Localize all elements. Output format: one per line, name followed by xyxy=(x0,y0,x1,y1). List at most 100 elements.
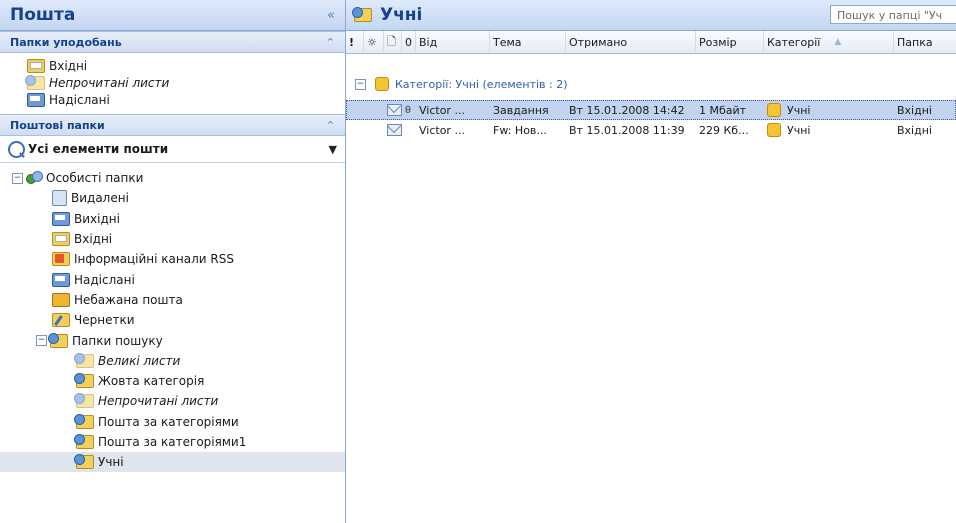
dropdown-arrow-icon[interactable]: ▼ xyxy=(329,143,337,156)
favorite-label: Непрочитані листи xyxy=(49,75,170,90)
tree-item-label: Учні xyxy=(98,455,124,470)
column-categories[interactable]: Категорії ▲ xyxy=(764,31,894,53)
favorites-section-title: Папки уподобань xyxy=(10,35,122,49)
search-folder-icon xyxy=(352,7,372,22)
outbox-folder-icon xyxy=(52,211,70,226)
column-size[interactable]: Розмір xyxy=(696,31,764,53)
collapse-group-icon[interactable]: − xyxy=(355,78,366,90)
message-received: Вт 15.01.2008 14:42 xyxy=(569,103,685,117)
collapse-tree-icon[interactable]: − xyxy=(36,335,47,347)
favorite-item-sent[interactable]: Надіслані xyxy=(0,91,345,108)
favorite-item-unread[interactable]: Непрочитані листи xyxy=(0,74,345,91)
message-folder: Вхідні xyxy=(897,123,932,137)
search-folder-icon xyxy=(25,74,45,90)
column-importance[interactable]: ! xyxy=(346,31,364,53)
message-subject: Fw: Нов... xyxy=(493,123,547,137)
column-reminder[interactable]: ☼ xyxy=(364,31,384,53)
tree-item-label: Надіслані xyxy=(74,272,135,287)
inbox-folder-icon xyxy=(52,232,70,247)
tree-item-label: Особисті папки xyxy=(46,171,144,186)
tree-item-label: Великі листи xyxy=(98,353,181,368)
folder-header: Учні Пошук у папці "Уч xyxy=(346,0,956,31)
category-group-header[interactable]: − Категорії: Учні (елементів : 2) xyxy=(346,74,956,94)
tree-item-label: Пошта за категоріями1 xyxy=(98,435,247,449)
message-attachment-cell xyxy=(402,120,416,140)
tree-item-label: Чернетки xyxy=(74,313,135,328)
message-row[interactable]: Victor ... Fw: Нов... Вт 15.01.2008 11:3… xyxy=(346,120,956,140)
search-folder-icon xyxy=(74,454,94,470)
search-folder-icon xyxy=(74,434,94,449)
folder-title: Учні xyxy=(380,5,423,25)
tree-item-sent[interactable]: Надіслані xyxy=(0,269,345,289)
tree-item-label: Вхідні xyxy=(74,232,113,247)
column-received[interactable]: Отримано xyxy=(566,31,696,53)
tree-item-drafts[interactable]: Чернетки xyxy=(0,310,345,330)
folder-tree: − Особисті папки Видалені Вихідні Вхідні… xyxy=(0,163,345,473)
personal-folders-icon xyxy=(26,171,43,185)
favorite-label: Надіслані xyxy=(49,92,110,107)
column-type[interactable]: 🗋 xyxy=(384,31,402,53)
favorites-list: Вхідні Непрочитані листи Надіслані xyxy=(0,53,345,114)
junk-folder-icon xyxy=(52,292,70,307)
message-list-pane: Учні Пошук у папці "Уч ! ☼ 🗋 0 Від Тема … xyxy=(346,0,956,523)
tree-item-label: Видалені xyxy=(71,191,129,206)
tree-item-label: Папки пошуку xyxy=(72,333,163,348)
tree-item-deleted[interactable]: Видалені xyxy=(0,188,345,208)
message-row[interactable]: 𝛉 Victor ... Завдання Вт 15.01.2008 14:4… xyxy=(346,100,956,120)
tree-item-label: Непрочитані листи xyxy=(98,394,219,409)
tree-item-unread-mail[interactable]: Непрочитані листи xyxy=(0,391,345,411)
favorites-section-header[interactable]: Папки уподобань ⌃ xyxy=(0,31,345,53)
favorite-item-inbox[interactable]: Вхідні xyxy=(0,57,345,74)
tree-item-inbox[interactable]: Вхідні xyxy=(0,229,345,249)
message-importance-cell xyxy=(346,100,384,120)
mail-folders-section-header[interactable]: Поштові папки ⌃ xyxy=(0,114,345,136)
drafts-folder-icon xyxy=(52,313,70,328)
all-mail-items-dropdown[interactable]: Усі елементи пошти ▼ xyxy=(0,136,345,163)
column-categories-label: Категорії xyxy=(767,35,821,49)
column-folder[interactable]: Папка xyxy=(894,31,956,53)
search-folder-icon xyxy=(74,373,94,389)
message-from: Victor ... xyxy=(419,103,465,117)
column-header-row: ! ☼ 🗋 0 Від Тема Отримано Розмір Категор… xyxy=(346,31,956,54)
tree-item-label: Жовта категорія xyxy=(98,374,205,389)
group-label: Категорії: Учні (елементів : 2) xyxy=(395,77,568,91)
tree-item-outbox[interactable]: Вихідні xyxy=(0,209,345,229)
column-attachment[interactable]: 0 xyxy=(402,31,416,53)
collapse-tree-icon[interactable]: − xyxy=(12,172,23,184)
tree-item-label: Небажана пошта xyxy=(74,292,183,307)
message-importance-cell xyxy=(346,120,384,140)
message-attachment-cell: 𝛉 xyxy=(402,100,416,120)
envelope-open-icon xyxy=(387,124,402,136)
sort-ascending-icon: ▲ xyxy=(834,37,842,47)
envelope-open-icon xyxy=(387,104,402,116)
message-category: Учні xyxy=(787,123,811,137)
search-folder-icon xyxy=(48,332,68,348)
message-received: Вт 15.01.2008 11:39 xyxy=(569,123,685,137)
search-icon xyxy=(8,140,25,158)
inbox-folder-icon xyxy=(27,58,45,73)
favorite-label: Вхідні xyxy=(49,58,88,73)
nav-pane-title: Пошта xyxy=(10,5,76,25)
tree-item-personal-folders[interactable]: − Особисті папки xyxy=(0,168,345,188)
folder-search-input[interactable]: Пошук у папці "Уч xyxy=(830,5,956,24)
column-subject[interactable]: Тема xyxy=(490,31,566,53)
tree-item-junk[interactable]: Небажана пошта xyxy=(0,290,345,310)
message-category-cell: Учні xyxy=(764,120,894,140)
chevron-up-icon[interactable]: ⌃ xyxy=(326,119,335,132)
tree-item-mail-by-category[interactable]: Пошта за категоріями xyxy=(0,412,345,432)
tree-item-yellow-category[interactable]: Жовта категорія xyxy=(0,371,345,391)
tree-item-large-mail[interactable]: Великі листи xyxy=(0,351,345,371)
collapse-pane-icon[interactable]: « xyxy=(327,8,335,23)
message-size: 1 Мбайт xyxy=(699,103,747,117)
tree-item-search-folders[interactable]: − Папки пошуку xyxy=(0,330,345,350)
tree-item-students[interactable]: Учні xyxy=(0,452,345,473)
search-folder-icon xyxy=(74,413,94,429)
mail-folders-section-title: Поштові папки xyxy=(10,118,105,132)
message-type-cell xyxy=(384,100,402,120)
tree-item-rss[interactable]: Інформаційні канали RSS xyxy=(0,249,345,269)
tree-item-mail-by-category-1[interactable]: Пошта за категоріями1 xyxy=(0,432,345,452)
tree-item-label: Інформаційні канали RSS xyxy=(74,252,234,267)
chevron-up-icon[interactable]: ⌃ xyxy=(326,36,335,49)
column-from[interactable]: Від xyxy=(416,31,490,53)
rss-folder-icon xyxy=(52,252,70,267)
